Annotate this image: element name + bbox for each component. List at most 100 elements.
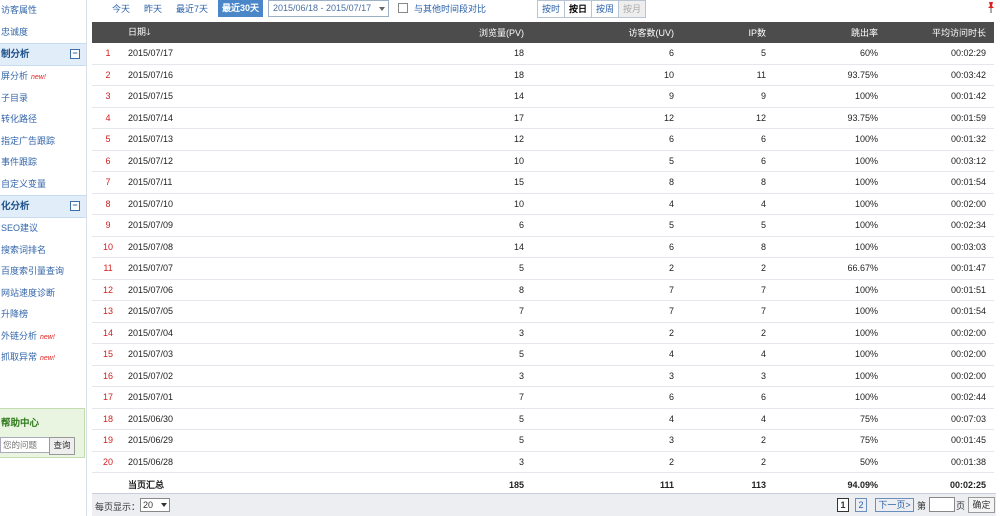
cell-uv: 6 <box>532 386 682 409</box>
sidebar-item[interactable]: 搜索词排名 <box>0 240 86 262</box>
header-uv[interactable]: 访客数(UV) <box>532 22 682 43</box>
last7-link[interactable]: 最近7天 <box>176 2 208 16</box>
compare-checkbox[interactable] <box>398 3 408 13</box>
cell-uv: 4 <box>532 408 682 430</box>
sidebar-item[interactable]: 升降榜 <box>0 304 86 326</box>
granularity-day[interactable]: 按日 <box>565 1 593 17</box>
cell-uv: 5 <box>532 214 682 237</box>
chevron-down-icon <box>161 503 167 507</box>
help-center-box: 帮助中心 查询 <box>0 408 85 458</box>
today-link[interactable]: 今天 <box>112 2 130 16</box>
new-badge: new! <box>40 333 55 341</box>
cell-avg-time: 00:01:54 <box>886 171 994 194</box>
cell-uv: 6 <box>532 43 682 65</box>
help-search-input[interactable] <box>0 437 51 453</box>
header-avg-time[interactable]: 平均访问时长 <box>886 22 994 43</box>
sidebar-item[interactable]: 自定义变量 <box>0 174 86 196</box>
next-page-button[interactable]: 下一页> <box>875 498 914 512</box>
cell-ip: 8 <box>682 236 774 258</box>
sidebar-group-optimization-analysis[interactable]: 化分析 − <box>0 195 86 218</box>
table-row: 12 2015/07/06 8 7 7 100% 00:01:51 <box>92 279 994 301</box>
cell-pv: 5 <box>314 408 532 430</box>
sidebar-group-control-analysis[interactable]: 制分析 − <box>0 43 86 66</box>
sidebar-item-label: 转化路径 <box>1 114 38 124</box>
sidebar-item-label: 搜索词排名 <box>1 244 47 255</box>
sidebar-item-label: 网站速度诊断 <box>1 287 56 298</box>
cell-pv: 14 <box>314 236 532 258</box>
page-2-link[interactable]: 2 <box>855 498 867 512</box>
sidebar-item[interactable]: 屏分析 new! <box>0 66 86 88</box>
date-range-picker[interactable]: 2015/06/18 - 2015/07/17 <box>268 0 389 17</box>
cell-uv: 2 <box>532 322 682 344</box>
cell-pv: 10 <box>314 150 532 172</box>
cell-uv: 9 <box>532 85 682 108</box>
cell-avg-time: 00:07:03 <box>886 408 994 430</box>
cell-pv: 3 <box>314 365 532 387</box>
table-row: 19 2015/06/29 5 3 2 75% 00:01:45 <box>92 429 994 452</box>
sidebar-group-title: 制分析 <box>1 49 30 60</box>
sidebar-item[interactable]: 百度索引量查询 <box>0 261 86 283</box>
cell-bounce: 100% <box>774 322 886 344</box>
cell-idx: 3 <box>92 85 124 108</box>
cell-bounce: 100% <box>774 150 886 172</box>
table-row: 9 2015/07/09 6 5 5 100% 00:02:34 <box>92 214 994 237</box>
cell-pv: 6 <box>314 214 532 237</box>
header-bounce[interactable]: 跳出率 <box>774 22 886 43</box>
cell-idx: 8 <box>92 193 124 215</box>
cell-idx: 12 <box>92 279 124 301</box>
sidebar-item[interactable]: 忠诚度 <box>0 22 86 44</box>
cell-bounce: 100% <box>774 236 886 258</box>
table-row: 15 2015/07/03 5 4 4 100% 00:02:00 <box>92 343 994 366</box>
cell-avg-time: 00:02:00 <box>886 343 994 366</box>
cell-bounce: 75% <box>774 408 886 430</box>
cell-ip: 6 <box>682 150 774 172</box>
sidebar-item[interactable]: 指定广告跟踪 <box>0 131 86 153</box>
header-date[interactable]: 日期🡓 <box>124 22 314 43</box>
cell-idx: 7 <box>92 171 124 194</box>
sidebar-item-label: SEO建议 <box>1 223 39 233</box>
sidebar-item[interactable]: 转化路径 <box>0 109 86 131</box>
header-pv[interactable]: 浏览量(PV) <box>314 22 532 43</box>
sidebar-item[interactable]: 网站速度诊断 <box>0 283 86 305</box>
jump-confirm-button[interactable]: 确定 <box>968 497 995 513</box>
collapse-icon[interactable]: − <box>70 201 80 211</box>
sidebar-item[interactable]: 子目录 <box>0 88 86 110</box>
cell-bounce: 100% <box>774 171 886 194</box>
sidebar-item[interactable]: 外链分析 new! <box>0 326 86 348</box>
table-row: 6 2015/07/12 10 5 6 100% 00:03:12 <box>92 150 994 172</box>
sidebar-item[interactable]: SEO建议 <box>0 218 86 240</box>
collapse-icon[interactable]: − <box>70 49 80 59</box>
cell-idx: 14 <box>92 322 124 344</box>
cell-bounce: 50% <box>774 451 886 473</box>
granularity-hour[interactable]: 按时 <box>538 1 566 17</box>
help-search-button[interactable]: 查询 <box>49 437 75 455</box>
sidebar-item[interactable]: 抓取异常 new! <box>0 347 86 369</box>
stats-table-container: 日期🡓 浏览量(PV) 访客数(UV) IP数 跳出率 平均访问时长 1 2015… <box>92 22 994 497</box>
pin-icon[interactable] <box>986 1 996 13</box>
cell-bounce: 93.75% <box>774 107 886 129</box>
sidebar-item[interactable]: 访客属性 <box>0 0 86 22</box>
date-range-value: 2015/06/18 - 2015/07/17 <box>273 3 372 13</box>
cell-uv: 6 <box>532 128 682 151</box>
jump-suffix: 页 <box>956 501 966 511</box>
sidebar-item-label: 百度索引量查询 <box>1 266 65 276</box>
yesterday-link[interactable]: 昨天 <box>144 2 162 16</box>
cell-uv: 8 <box>532 171 682 194</box>
cell-bounce: 66.67% <box>774 257 886 280</box>
sidebar-item[interactable]: 事件跟踪 <box>0 152 86 174</box>
cell-date: 2015/07/14 <box>124 107 314 129</box>
granularity-switch: 按时 按日 按周 按月 <box>537 0 647 18</box>
cell-date: 2015/07/15 <box>124 85 314 108</box>
cell-ip: 3 <box>682 365 774 387</box>
last30-button[interactable]: 最近30天 <box>218 0 264 17</box>
cell-pv: 7 <box>314 300 532 323</box>
sidebar: 访客属性 忠诚度 制分析 − 屏分析 new! 子目录转化路径指定广告跟踪 事件跟踪 自定… <box>0 0 87 516</box>
header-ip[interactable]: IP数 <box>682 22 774 43</box>
jump-page-input[interactable] <box>929 497 955 512</box>
per-page-select[interactable]: 20 <box>140 498 170 512</box>
cell-bounce: 100% <box>774 214 886 237</box>
granularity-week[interactable]: 按周 <box>592 1 620 17</box>
cell-date: 2015/07/08 <box>124 236 314 258</box>
cell-ip: 2 <box>682 322 774 344</box>
cell-avg-time: 00:02:00 <box>886 193 994 215</box>
